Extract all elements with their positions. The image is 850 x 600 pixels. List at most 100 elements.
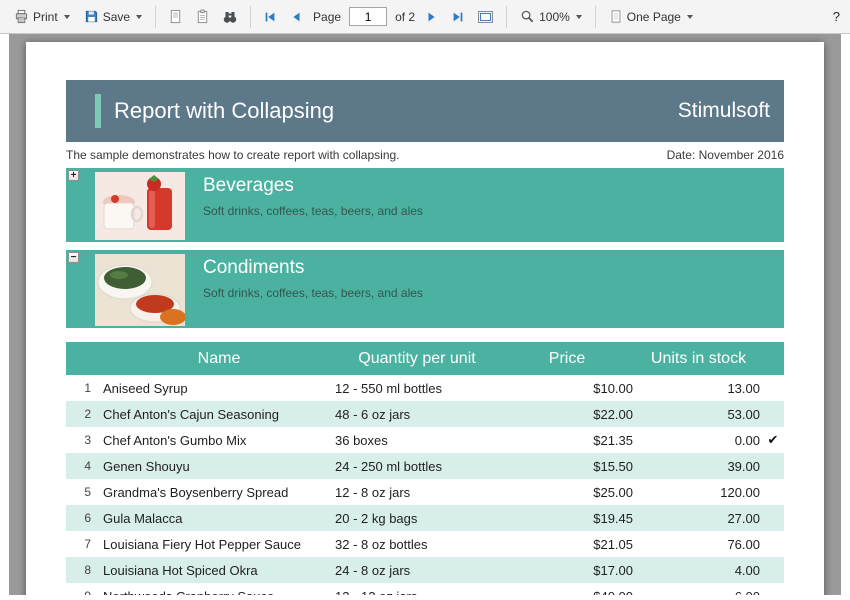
row-num: 1 bbox=[66, 381, 103, 395]
last-page-button[interactable] bbox=[446, 5, 470, 29]
category-band-condiments: − Condiments Soft drinks, coffees, teas,… bbox=[66, 250, 784, 328]
table-row: 8 Louisiana Hot Spiced Okra 24 - 8 oz ja… bbox=[66, 557, 784, 583]
row-qty: 12 - 550 ml bottles bbox=[335, 381, 499, 396]
bookmarks-panel-button[interactable] bbox=[163, 5, 188, 28]
printer-icon bbox=[14, 9, 29, 24]
next-page-icon bbox=[425, 10, 439, 24]
row-num: 6 bbox=[66, 511, 103, 525]
previous-page-button[interactable] bbox=[284, 5, 308, 29]
category-text: Beverages Soft drinks, coffees, teas, be… bbox=[203, 175, 423, 218]
one-page-icon bbox=[609, 9, 623, 24]
brand-name: Stimulsoft bbox=[678, 99, 770, 123]
row-price: $17.00 bbox=[499, 563, 635, 578]
column-header-stock: Units in stock bbox=[635, 350, 762, 368]
find-binoculars-icon bbox=[222, 9, 238, 25]
condiments-image bbox=[95, 254, 185, 326]
row-name: Louisiana Fiery Hot Pepper Sauce bbox=[103, 537, 335, 552]
beverages-image bbox=[95, 172, 185, 240]
report-table-body: 1 Aniseed Syrup 12 - 550 ml bottles $10.… bbox=[66, 375, 784, 595]
zoom-magnifier-icon bbox=[520, 9, 535, 24]
toolbar-separator bbox=[506, 6, 507, 28]
bookmarks-panel-icon bbox=[168, 9, 183, 24]
category-description: Soft drinks, coffees, teas, beers, and a… bbox=[203, 286, 423, 300]
first-page-button[interactable] bbox=[258, 5, 282, 29]
row-stock: 13.00 bbox=[635, 381, 762, 396]
save-label: Save bbox=[103, 10, 130, 24]
category-text: Condiments Soft drinks, coffees, teas, b… bbox=[203, 257, 423, 300]
row-num: 8 bbox=[66, 563, 103, 577]
row-qty: 24 - 250 ml bottles bbox=[335, 459, 499, 474]
help-button[interactable]: ? bbox=[833, 9, 840, 24]
row-name: Grandma's Boysenberry Spread bbox=[103, 485, 335, 500]
row-num: 3 bbox=[66, 433, 103, 447]
row-price: $15.50 bbox=[499, 459, 635, 474]
row-name: Louisiana Hot Spiced Okra bbox=[103, 563, 335, 578]
chevron-down-icon bbox=[64, 15, 70, 19]
table-row: 6 Gula Malacca 20 - 2 kg bags $19.45 27.… bbox=[66, 505, 784, 531]
zoom-dropdown[interactable]: 100% bbox=[514, 5, 588, 28]
row-name: Northwoods Cranberry Sauce bbox=[103, 589, 335, 596]
report-title: Report with Collapsing bbox=[114, 98, 334, 124]
row-stock: 120.00 bbox=[635, 485, 762, 500]
report-page: Report with Collapsing Stimulsoft The sa… bbox=[26, 42, 824, 595]
chevron-down-icon bbox=[576, 15, 582, 19]
row-price: $22.00 bbox=[499, 407, 635, 422]
row-stock: 6.00 bbox=[635, 589, 762, 596]
row-price: $19.45 bbox=[499, 511, 635, 526]
view-mode-dropdown[interactable]: One Page bbox=[603, 5, 699, 28]
row-price: $10.00 bbox=[499, 381, 635, 396]
row-name: Gula Malacca bbox=[103, 511, 335, 526]
zoom-value-label: 100% bbox=[539, 10, 570, 24]
row-stock: 53.00 bbox=[635, 407, 762, 422]
category-band-beverages: + Beverages Soft drinks, coffees, teas, … bbox=[66, 168, 784, 242]
row-stock: 0.00 bbox=[635, 433, 762, 448]
row-name: Aniseed Syrup bbox=[103, 381, 335, 396]
row-price: $40.00 bbox=[499, 589, 635, 596]
view-mode-label: One Page bbox=[627, 10, 681, 24]
row-price: $25.00 bbox=[499, 485, 635, 500]
row-qty: 32 - 8 oz bottles bbox=[335, 537, 499, 552]
row-num: 7 bbox=[66, 537, 103, 551]
previous-page-icon bbox=[289, 10, 303, 24]
row-name: Chef Anton's Cajun Seasoning bbox=[103, 407, 335, 422]
fullscreen-button[interactable] bbox=[472, 5, 499, 29]
viewer-scroll-area[interactable]: Report with Collapsing Stimulsoft The sa… bbox=[9, 34, 841, 595]
save-icon bbox=[84, 9, 99, 24]
next-page-button[interactable] bbox=[420, 5, 444, 29]
parameters-panel-button[interactable] bbox=[190, 5, 215, 28]
table-row: 1 Aniseed Syrup 12 - 550 ml bottles $10.… bbox=[66, 375, 784, 401]
table-row: 5 Grandma's Boysenberry Spread 12 - 8 oz… bbox=[66, 479, 784, 505]
column-header-quantity: Quantity per unit bbox=[335, 350, 499, 368]
parameters-panel-icon bbox=[195, 9, 210, 24]
row-price: $21.35 bbox=[499, 433, 635, 448]
title-accent-bar bbox=[95, 94, 101, 128]
collapse-toggle-condiments[interactable]: − bbox=[68, 252, 79, 263]
row-stock: 39.00 bbox=[635, 459, 762, 474]
page-count-label: of 2 bbox=[395, 10, 415, 24]
row-num: 2 bbox=[66, 407, 103, 421]
table-row: 3 Chef Anton's Gumbo Mix 36 boxes $21.35… bbox=[66, 427, 784, 453]
first-page-icon bbox=[263, 10, 277, 24]
collapse-toggle-beverages[interactable]: + bbox=[68, 170, 79, 181]
check-icon: ✔ bbox=[762, 432, 784, 448]
row-num: 5 bbox=[66, 485, 103, 499]
row-qty: 12 - 8 oz jars bbox=[335, 485, 499, 500]
table-row: 4 Genen Shouyu 24 - 250 ml bottles $15.5… bbox=[66, 453, 784, 479]
row-qty: 36 boxes bbox=[335, 433, 499, 448]
row-stock: 27.00 bbox=[635, 511, 762, 526]
report-viewer-app: Print Save bbox=[0, 0, 850, 600]
table-row: 2 Chef Anton's Cajun Seasoning 48 - 6 oz… bbox=[66, 401, 784, 427]
report-title-band: Report with Collapsing Stimulsoft bbox=[66, 80, 784, 142]
report-subheader: The sample demonstrates how to create re… bbox=[66, 148, 784, 163]
category-title: Beverages bbox=[203, 175, 423, 197]
row-name: Genen Shouyu bbox=[103, 459, 335, 474]
find-button[interactable] bbox=[217, 5, 243, 29]
row-qty: 24 - 8 oz jars bbox=[335, 563, 499, 578]
row-name: Chef Anton's Gumbo Mix bbox=[103, 433, 335, 448]
row-stock: 76.00 bbox=[635, 537, 762, 552]
last-page-icon bbox=[451, 10, 465, 24]
toolbar-separator bbox=[250, 6, 251, 28]
print-button[interactable]: Print bbox=[8, 5, 76, 28]
save-button[interactable]: Save bbox=[78, 5, 148, 28]
page-number-input[interactable] bbox=[349, 7, 387, 26]
